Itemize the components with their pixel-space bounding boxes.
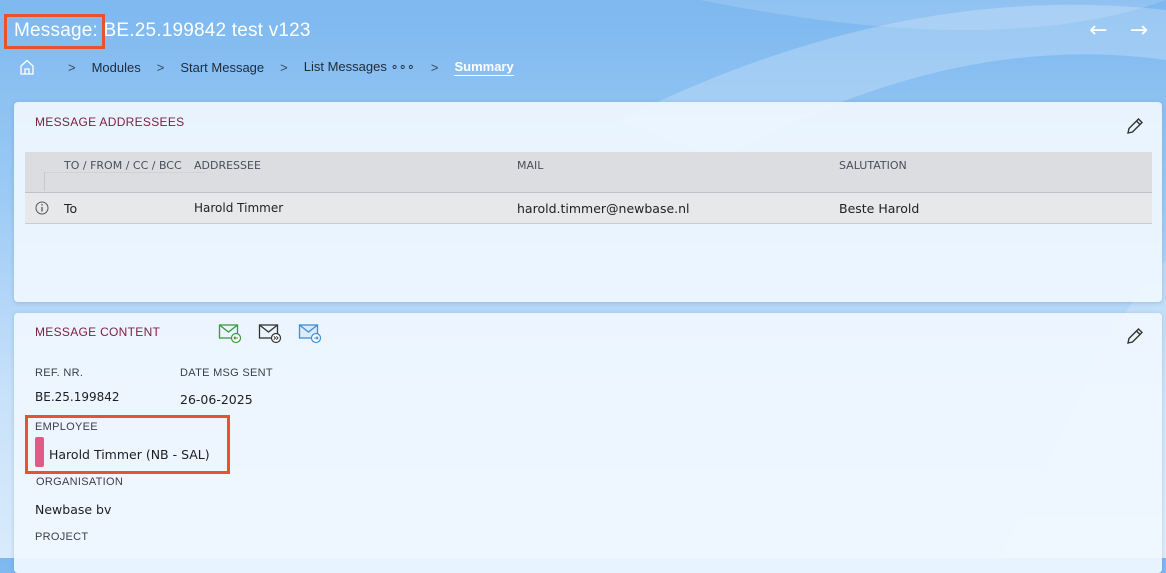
row-type: To — [64, 200, 78, 216]
title-highlight-box — [4, 14, 105, 49]
top-bar: Message: BE.25.199842 test v123 ← → > Mo… — [0, 0, 1166, 100]
breadcrumb-summary[interactable]: Summary — [454, 59, 514, 76]
chevron-right-icon: > — [280, 59, 288, 75]
mail-reply-icon[interactable] — [218, 322, 242, 344]
addressees-table: TO / FROM / CC / BCC ADDRESSEE MAIL SALU… — [25, 152, 1152, 224]
project-label: PROJECT — [35, 531, 89, 543]
row-addressee: Harold Timmer — [194, 201, 284, 215]
table-header: TO / FROM / CC / BCC ADDRESSEE MAIL SALU… — [25, 152, 1152, 193]
date-sent-value: 26-06-2025 — [180, 392, 253, 407]
addressees-title: MESSAGE ADDRESSEES — [35, 115, 185, 129]
content-title: MESSAGE CONTENT — [35, 325, 161, 339]
table-row[interactable]: To Harold Timmer harold.timmer@newbase.n… — [25, 193, 1152, 224]
page-title-value: BE.25.199842 test v123 — [103, 20, 311, 41]
back-arrow-icon[interactable]: ← — [1089, 20, 1107, 42]
organisation-value[interactable]: Newbase bv — [35, 502, 111, 517]
employee-highlight-box — [25, 415, 230, 474]
column-header-salutation[interactable]: SALUTATION — [839, 152, 907, 192]
pencil-icon[interactable] — [1124, 115, 1146, 137]
breadcrumb: > Modules > Start Message > List Message… — [18, 58, 514, 76]
home-icon[interactable] — [18, 58, 36, 76]
breadcrumb-list-messages[interactable]: List Messages ∘∘∘ — [304, 59, 415, 75]
pencil-icon[interactable] — [1124, 325, 1146, 347]
ref-nr-label: REF. NR. — [35, 367, 84, 379]
ref-nr-value: BE.25.199842 — [35, 390, 120, 404]
mail-actions — [218, 322, 322, 344]
breadcrumb-modules[interactable]: Modules — [92, 60, 141, 75]
row-mail: harold.timmer@newbase.nl — [517, 200, 690, 216]
addressees-card: MESSAGE ADDRESSEES TO / FROM / CC / BCC … — [14, 102, 1162, 302]
mail-send-icon[interactable] — [298, 322, 322, 344]
chevron-right-icon: > — [68, 59, 76, 75]
nav-arrows: ← → — [1089, 20, 1148, 42]
info-icon[interactable] — [35, 193, 49, 223]
row-salutation: Beste Harold — [839, 200, 920, 216]
column-header-addressee[interactable]: ADDRESSEE — [194, 152, 261, 192]
chevron-right-icon: > — [156, 59, 165, 75]
column-header-mail[interactable]: MAIL — [517, 152, 543, 192]
forward-arrow-icon[interactable]: → — [1130, 20, 1148, 42]
breadcrumb-start-message[interactable]: Start Message — [180, 60, 264, 75]
organisation-label: ORGANISATION — [36, 476, 124, 488]
chevron-right-icon: > — [430, 59, 439, 75]
column-header-type[interactable]: TO / FROM / CC / BCC — [64, 152, 182, 192]
date-sent-label: DATE MSG SENT — [180, 367, 273, 379]
mail-forward-all-icon[interactable] — [258, 322, 282, 344]
